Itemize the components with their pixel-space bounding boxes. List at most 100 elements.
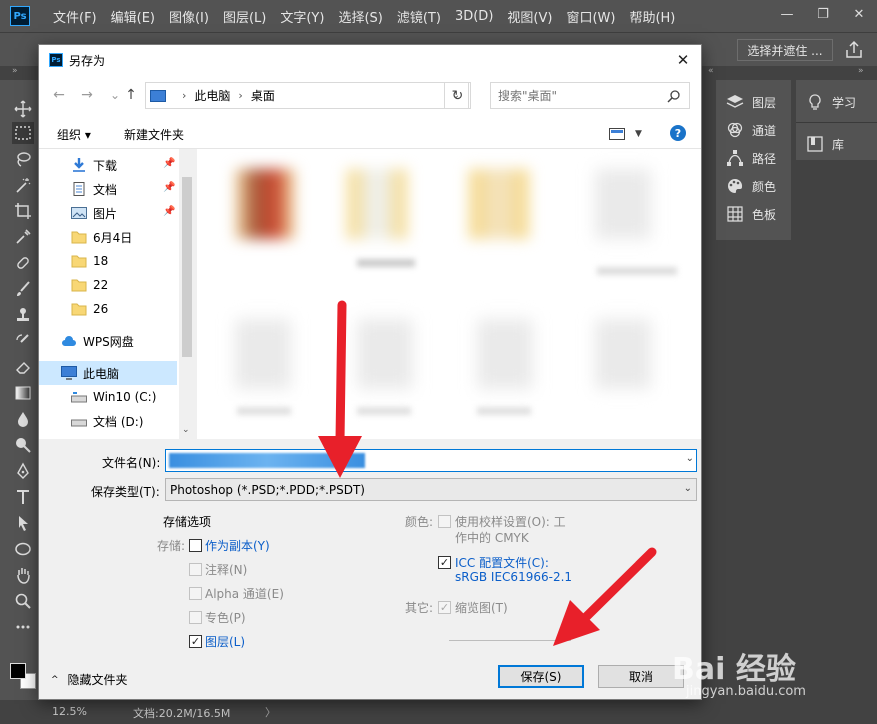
panel-paths[interactable]: 路径 [726, 149, 776, 167]
nav-item-drive-c[interactable]: Win10 (C:) [39, 385, 177, 409]
back-arrow-icon[interactable]: ← [49, 85, 69, 105]
file-list-pane[interactable] [197, 149, 701, 439]
chevron-down-icon[interactable]: ⌄ [182, 425, 190, 435]
share-icon[interactable] [843, 39, 865, 61]
eraser-tool-icon[interactable] [12, 356, 34, 378]
pin-icon[interactable]: 📌 [163, 206, 175, 218]
panel-layers[interactable]: 图层 [726, 93, 776, 111]
nav-item-this-pc[interactable]: 此电脑 [39, 361, 177, 385]
menu-image[interactable]: 图像(I) [162, 7, 216, 26]
panel-channels[interactable]: 通道 [726, 121, 776, 139]
select-and-mask-button[interactable]: 选择并遮住 ... [737, 39, 833, 61]
menu-view[interactable]: 视图(V) [500, 7, 559, 26]
organize-button[interactable]: 组织 ▾ [57, 126, 91, 143]
marquee-tool-icon[interactable] [12, 122, 34, 144]
nav-item-downloads[interactable]: 下载 📌 [39, 153, 177, 177]
crop-tool-icon[interactable] [12, 200, 34, 222]
pen-tool-icon[interactable] [12, 460, 34, 482]
file-thumbnail[interactable] [595, 319, 651, 389]
collapse-toolbar-icon[interactable]: » [12, 66, 18, 76]
zoom-level[interactable]: 12.5% [52, 705, 87, 718]
dodge-tool-icon[interactable] [12, 434, 34, 456]
pin-icon[interactable]: 📌 [163, 182, 175, 194]
as-copy-checkbox[interactable] [189, 539, 202, 552]
breadcrumb-desktop[interactable]: 桌面 [251, 87, 275, 104]
gradient-tool-icon[interactable] [12, 382, 34, 404]
close-app-button[interactable]: ✕ [841, 0, 877, 28]
chevron-down-icon[interactable]: ⌄ [686, 453, 694, 464]
more-tools-icon[interactable] [12, 616, 34, 638]
zoom-tool-icon[interactable] [12, 590, 34, 612]
nav-scrollbar[interactable]: ⌄ [179, 149, 195, 439]
hand-tool-icon[interactable] [12, 564, 34, 586]
collapse-right-panels-icon[interactable]: » [858, 66, 864, 76]
refresh-icon[interactable]: ↻ [444, 82, 471, 109]
file-thumbnail[interactable] [477, 319, 533, 389]
menu-help[interactable]: 帮助(H) [622, 7, 682, 26]
eyedropper-icon[interactable] [12, 226, 34, 248]
chevron-down-icon[interactable]: ⌄ [684, 483, 692, 494]
menu-window[interactable]: 窗口(W) [559, 7, 622, 26]
file-thumbnail[interactable] [357, 319, 413, 389]
path-selection-icon[interactable] [12, 512, 34, 534]
chevron-right-icon[interactable]: › [182, 89, 186, 102]
status-menu-arrow[interactable]: 〉 [265, 704, 276, 720]
as-copy-label[interactable]: 作为副本(Y) [205, 537, 270, 554]
help-icon[interactable]: ? [670, 125, 686, 141]
layers-label[interactable]: 图层(L) [205, 633, 245, 650]
minimize-button[interactable]: — [769, 0, 805, 28]
file-thumbnail[interactable] [235, 169, 295, 239]
magic-wand-icon[interactable] [12, 174, 34, 196]
healing-brush-icon[interactable] [12, 252, 34, 274]
menu-select[interactable]: 选择(S) [331, 7, 389, 26]
brush-tool-icon[interactable] [12, 278, 34, 300]
up-arrow-icon[interactable]: ↑ [121, 85, 141, 105]
nav-item-folder-18[interactable]: 18 [39, 249, 177, 273]
layers-checkbox[interactable]: ✓ [189, 635, 202, 648]
panel-learn[interactable]: 学习 [806, 93, 856, 111]
history-brush-icon[interactable] [12, 330, 34, 352]
menu-layer[interactable]: 图层(L) [216, 7, 273, 26]
foreground-color-swatch[interactable] [10, 663, 26, 679]
blur-tool-icon[interactable] [12, 408, 34, 430]
nav-item-folder-june4[interactable]: 6月4日 [39, 225, 177, 249]
forward-arrow-icon[interactable]: → [77, 85, 97, 105]
icc-profile-label-line1[interactable]: ICC 配置文件(C): [455, 554, 549, 571]
search-input[interactable] [490, 82, 690, 109]
dialog-close-button[interactable]: ✕ [669, 48, 697, 72]
nav-item-folder-22[interactable]: 22 [39, 273, 177, 297]
file-thumbnail[interactable] [469, 169, 529, 239]
pin-icon[interactable]: 📌 [163, 158, 175, 170]
panel-swatches[interactable]: 色板 [726, 205, 776, 223]
file-thumbnail[interactable] [235, 319, 291, 389]
address-bar[interactable]: › 此电脑 › 桌面 ⌄ [145, 82, 469, 109]
panel-color[interactable]: 颜色 [726, 177, 776, 195]
file-thumbnail[interactable] [347, 169, 407, 239]
save-button[interactable]: 保存(S) [498, 665, 584, 688]
panel-libraries[interactable]: 库 [806, 135, 844, 153]
menu-edit[interactable]: 编辑(E) [104, 7, 162, 26]
collapse-panels-icon[interactable]: « [708, 66, 714, 76]
nav-item-pictures[interactable]: 图片 📌 [39, 201, 177, 225]
file-thumbnail[interactable] [595, 169, 651, 239]
stamp-tool-icon[interactable] [12, 304, 34, 326]
ellipse-tool-icon[interactable] [12, 538, 34, 560]
menu-filter[interactable]: 滤镜(T) [390, 7, 448, 26]
chevron-right-icon[interactable]: › [238, 89, 242, 102]
icc-profile-label-line2[interactable]: sRGB IEC61966-2.1 [455, 570, 572, 584]
menu-file[interactable]: 文件(F) [46, 7, 104, 26]
nav-scrollbar-thumb[interactable] [182, 177, 192, 357]
menu-3d[interactable]: 3D(D) [448, 9, 500, 24]
view-options-button[interactable]: ▼ [609, 127, 645, 141]
type-tool-icon[interactable] [12, 486, 34, 508]
breadcrumb-this-pc[interactable]: 此电脑 [194, 87, 230, 104]
nav-item-wps-cloud[interactable]: WPS网盘 [39, 329, 177, 353]
nav-item-folder-26[interactable]: 26 [39, 297, 177, 321]
hide-folders-toggle[interactable]: ^ 隐藏文件夹 [51, 671, 128, 688]
nav-item-drive-d[interactable]: 文档 (D:) [39, 409, 177, 433]
filetype-select[interactable]: Photoshop (*.PSD;*.PDD;*.PSDT) ⌄ [165, 478, 697, 501]
icc-profile-checkbox[interactable]: ✓ [438, 556, 451, 569]
nav-item-documents[interactable]: 文档 📌 [39, 177, 177, 201]
new-folder-button[interactable]: 新建文件夹 [124, 126, 184, 143]
lasso-tool-icon[interactable] [12, 148, 34, 170]
